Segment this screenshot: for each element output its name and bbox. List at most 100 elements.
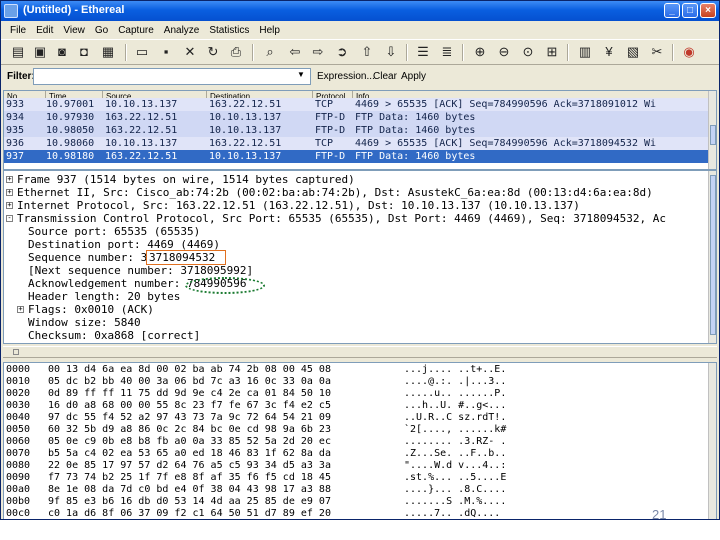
reload-icon[interactable]: ↻ [204,43,222,61]
expand-icon[interactable]: + [17,306,24,313]
packet-no: 937 [6,151,25,162]
clear-button[interactable]: Clear [373,71,397,82]
packet-time: 10.97930 [46,112,95,123]
print-icon[interactable]: ⎙ [227,43,245,61]
detail-row-destination-port[interactable]: Destination port: 4469 (4469) [4,238,708,251]
toolbar-separator [125,44,127,61]
packet-row[interactable]: 934 10.97930 163.22.12.51 10.10.13.137 F… [4,111,710,124]
packet-row[interactable]: 933 10.97001 10.10.13.137 163.22.12.51 T… [4,98,710,111]
detail-row-ip[interactable]: + Internet Protocol, Src: 163.22.12.51 (… [4,199,708,212]
menu-edit[interactable]: Edit [31,25,58,36]
save-file-icon[interactable]: ▪ [157,43,175,61]
packet-source: 163.22.12.51 [105,112,178,123]
expression-button[interactable]: Expression... [317,71,375,82]
capture-filters-icon[interactable]: ▥ [576,43,594,61]
packet-time: 10.98060 [46,138,95,149]
apply-button[interactable]: Apply [401,71,426,82]
filter-input[interactable] [33,68,311,85]
toolbar-separator [252,44,254,61]
packet-protocol: FTP-D [315,112,346,123]
packet-destination: 10.10.13.137 [209,112,282,123]
detail-row-ack-number[interactable]: Acknowledgement number: 784990596 [4,277,708,290]
zoom-normal-icon[interactable]: ⊙ [519,43,537,61]
go-last-icon[interactable]: ⇩ [382,43,400,61]
collapse-icon[interactable]: - [6,215,13,222]
menu-file[interactable]: File [5,25,31,36]
packet-no: 935 [6,125,25,136]
go-forward-icon[interactable]: ⇨ [309,43,327,61]
packet-list-scrollbar[interactable] [708,91,716,169]
detail-row-source-port[interactable]: Source port: 65535 (65535) [4,225,708,238]
filter-bar: Filter: ▼ Expression... Clear Apply [1,66,719,88]
packet-info: 4469 > 65535 [ACK] Seq=784990596 Ack=371… [355,99,657,110]
detail-row-frame[interactable]: + Frame 937 (1514 bytes on wire, 1514 by… [4,173,708,186]
packet-info: FTP Data: 1460 bytes [355,112,476,123]
capture-options-icon[interactable]: ▣ [31,43,49,61]
open-file-icon[interactable]: ▭ [133,43,151,61]
detail-row-tcp[interactable]: - Transmission Control Protocol, Src Por… [4,212,708,225]
expand-icon[interactable]: + [6,189,13,196]
minimize-button[interactable]: _ [664,3,680,18]
coloring-rules-icon[interactable]: ▧ [624,43,642,61]
list-interfaces-icon[interactable]: ▤ [9,43,27,61]
detail-row-ethernet[interactable]: + Ethernet II, Src: Cisco_ab:74:2b (00:0… [4,186,708,199]
hex-scrollbar[interactable] [708,363,716,519]
packet-row-selected[interactable]: 937 10.98180 163.22.12.51 10.10.13.137 F… [4,150,710,163]
menu-go[interactable]: Go [90,25,113,36]
detail-row-header-length[interactable]: Header length: 20 bytes [4,290,708,303]
ethereal-app-icon [4,4,18,18]
detail-row-flags[interactable]: + Flags: 0x0010 (ACK) [4,303,708,316]
detail-row-next-sequence[interactable]: [Next sequence number: 3718095992] [4,264,708,277]
packet-time: 10.98050 [46,125,95,136]
packet-source: 10.10.13.137 [105,138,178,149]
packet-source: 10.10.13.137 [105,99,178,110]
resize-columns-icon[interactable]: ⊞ [543,43,561,61]
packet-no: 933 [6,99,25,110]
auto-scroll-icon[interactable]: ≣ [438,43,456,61]
toolbar-separator [567,44,569,61]
maximize-button[interactable]: □ [682,3,698,18]
find-packet-icon[interactable]: ⌕ [261,43,279,61]
go-first-icon[interactable]: ⇧ [358,43,376,61]
preferences-icon[interactable]: ✂ [648,43,666,61]
packet-destination: 163.22.12.51 [209,138,282,149]
packet-time: 10.98180 [46,151,95,162]
packet-source: 163.22.12.51 [105,151,178,162]
menu-analyze[interactable]: Analyze [159,25,205,36]
stop-capture-icon[interactable]: ◘ [75,43,93,61]
packet-destination: 163.22.12.51 [209,99,282,110]
main-toolbar: ▤ ▣ ◙ ◘ ▦ ▭ ▪ ✕ ↻ ⎙ ⌕ ⇦ ⇨ ➲ ⇧ ⇩ ☰ ≣ ⊕ ⊖ … [1,39,719,65]
details-scrollbar[interactable] [708,171,716,343]
start-capture-icon[interactable]: ◙ [53,43,71,61]
expand-icon[interactable]: + [6,176,13,183]
ethereal-window: (Untitled) - Ethereal _ □ × File Edit Vi… [0,0,720,520]
title-bar[interactable]: (Untitled) - Ethereal _ □ × [1,1,719,21]
chevron-down-icon[interactable]: ▼ [297,70,305,79]
sequence-number-highlight-box: 3718094532 [146,250,226,265]
close-window-button[interactable]: × [700,3,716,18]
display-filters-icon[interactable]: ¥ [600,43,618,61]
filter-label: Filter: [7,71,35,82]
menu-capture[interactable]: Capture [113,25,159,36]
colorize-icon[interactable]: ☰ [414,43,432,61]
detail-row-sequence-number[interactable]: Sequence number: 3718094532 [4,251,708,264]
packet-row[interactable]: 935 10.98050 163.22.12.51 10.10.13.137 F… [4,124,710,137]
zoom-out-icon[interactable]: ⊖ [495,43,513,61]
menu-statistics[interactable]: Statistics [204,25,254,36]
menu-help[interactable]: Help [254,25,285,36]
detail-row-window-size[interactable]: Window size: 5840 [4,316,708,329]
toolbar-separator [672,44,674,61]
expand-icon[interactable]: + [6,202,13,209]
go-to-packet-icon[interactable]: ➲ [333,43,351,61]
help-icon[interactable]: ◉ [680,43,698,61]
packet-list: No. . Time Source Destination Protocol I… [3,90,717,170]
zoom-in-icon[interactable]: ⊕ [471,43,489,61]
detail-row-checksum[interactable]: Checksum: 0xa868 [correct] [4,329,708,342]
restart-capture-icon[interactable]: ▦ [99,43,117,61]
close-file-icon[interactable]: ✕ [181,43,199,61]
packet-row[interactable]: 936 10.98060 10.10.13.137 163.22.12.51 T… [4,137,710,150]
go-back-icon[interactable]: ⇦ [286,43,304,61]
pane-splitter[interactable] [3,346,717,358]
menu-view[interactable]: View [58,25,90,36]
packet-details-tree: + Frame 937 (1514 bytes on wire, 1514 by… [3,170,717,344]
